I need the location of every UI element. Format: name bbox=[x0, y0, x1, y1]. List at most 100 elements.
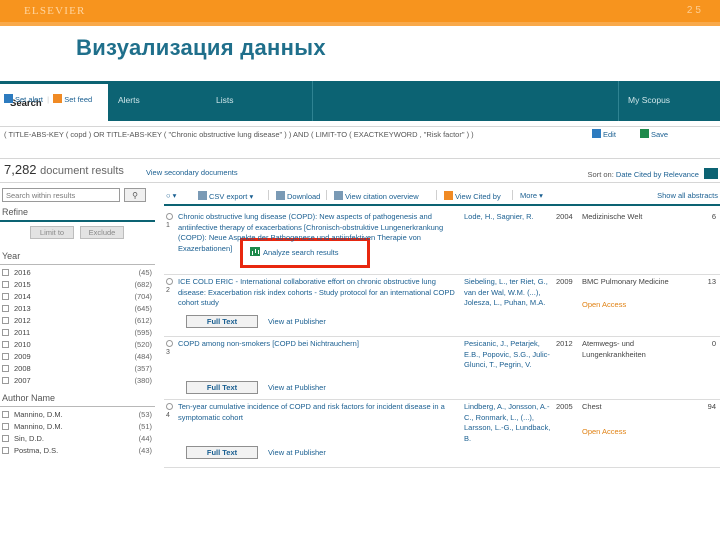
checkbox-icon[interactable] bbox=[2, 411, 9, 418]
checkbox-icon[interactable] bbox=[2, 447, 9, 454]
result-cited-by-count[interactable]: 6 bbox=[712, 212, 716, 221]
exclude-button[interactable]: Exclude bbox=[80, 226, 124, 239]
row-checkbox-icon[interactable] bbox=[166, 278, 173, 285]
facet-row-year-5[interactable]: 2011 (595) bbox=[2, 327, 155, 339]
facet-label: Mannino, D.M. bbox=[14, 410, 63, 419]
result-source: Medizinische Welt bbox=[582, 212, 643, 221]
row-checkbox-icon[interactable] bbox=[166, 403, 173, 410]
row-index: 1 bbox=[166, 222, 170, 229]
checkbox-icon[interactable] bbox=[2, 305, 9, 312]
facet-row-year-8[interactable]: 2008 (357) bbox=[2, 363, 155, 375]
checkbox-icon[interactable] bbox=[2, 269, 9, 276]
checkbox-icon[interactable] bbox=[2, 317, 9, 324]
checkbox-icon[interactable] bbox=[2, 281, 9, 288]
save-query-button[interactable]: Save bbox=[640, 129, 668, 139]
view-at-publisher-link[interactable]: View at Publisher bbox=[268, 383, 326, 392]
facet-count: (51) bbox=[138, 422, 152, 431]
checkbox-icon[interactable] bbox=[2, 423, 9, 430]
result-title[interactable]: COPD among non-smokers [COPD bei Nichtra… bbox=[178, 339, 458, 350]
result-authors[interactable]: Lode, H., Sagnier, R. bbox=[464, 212, 552, 223]
tab-lists[interactable]: Lists bbox=[216, 95, 233, 105]
facet-label: 2013 bbox=[14, 304, 31, 313]
tab-my-scopus[interactable]: My Scopus bbox=[628, 95, 670, 105]
result-cited-by-count[interactable]: 13 bbox=[708, 277, 716, 286]
facet-row-author-3[interactable]: Postma, D.S. (43) bbox=[2, 445, 155, 457]
result-source: BMC Pulmonary Medicine bbox=[582, 277, 669, 286]
result-title[interactable]: ICE COLD ERIC - International collaborat… bbox=[178, 277, 458, 309]
checkbox-icon[interactable] bbox=[2, 293, 9, 300]
full-text-button[interactable]: Full Text bbox=[186, 315, 258, 328]
facet-count: (595) bbox=[134, 328, 152, 337]
checkbox-icon[interactable] bbox=[2, 365, 9, 372]
csv-export-button[interactable]: CSV export ▾ bbox=[198, 191, 253, 201]
facet-row-year-0[interactable]: 2016 (45) bbox=[2, 267, 155, 279]
facet-label: 2016 bbox=[14, 268, 31, 277]
slide-page-number: 25 bbox=[686, 5, 704, 16]
table-row[interactable]: 3 COPD among non-smokers [COPD bei Nicht… bbox=[164, 337, 720, 400]
facet-row-author-2[interactable]: Sin, D.D. (44) bbox=[2, 433, 155, 445]
facet-row-year-4[interactable]: 2012 (612) bbox=[2, 315, 155, 327]
facet-row-author-1[interactable]: Mannino, D.M. (51) bbox=[2, 421, 155, 433]
search-within-input[interactable]: Search within results bbox=[2, 188, 120, 202]
facet-label: 2014 bbox=[14, 292, 31, 301]
checkbox-icon[interactable] bbox=[2, 329, 9, 336]
export-icon bbox=[198, 191, 207, 200]
toolbar-divider-1 bbox=[268, 190, 269, 200]
view-at-publisher-link[interactable]: View at Publisher bbox=[268, 448, 326, 457]
row-checkbox-icon[interactable] bbox=[166, 213, 173, 220]
result-cited-by-count[interactable]: 0 bbox=[712, 339, 716, 348]
sort-option-cited-by[interactable]: Cited by bbox=[634, 170, 662, 179]
checkbox-icon[interactable] bbox=[2, 377, 9, 384]
facet-row-year-1[interactable]: 2015 (682) bbox=[2, 279, 155, 291]
checkbox-icon[interactable] bbox=[2, 353, 9, 360]
facet-rule-year bbox=[0, 264, 155, 265]
toolbar-divider-4 bbox=[512, 190, 513, 200]
result-authors[interactable]: Pesicanic, J., Petarjek, E.B., Popovic, … bbox=[464, 339, 552, 371]
refine-rule bbox=[0, 220, 155, 222]
facet-row-author-0[interactable]: Mannino, D.M. (53) bbox=[2, 409, 155, 421]
view-citation-overview-button[interactable]: View citation overview bbox=[334, 191, 419, 201]
search-within-button[interactable]: ⚲ bbox=[124, 188, 146, 202]
full-text-button[interactable]: Full Text bbox=[186, 446, 258, 459]
scopus-screenshot: Search Alerts Lists My Scopus ( TITLE-AB… bbox=[0, 78, 720, 488]
row-checkbox-icon[interactable] bbox=[166, 340, 173, 347]
toolbar-divider-3 bbox=[436, 190, 437, 200]
result-authors[interactable]: Siebeling, L., ter Riet, G., van der Wal… bbox=[464, 277, 552, 309]
facet-row-year-3[interactable]: 2013 (645) bbox=[2, 303, 155, 315]
view-secondary-documents-link[interactable]: View secondary documents bbox=[146, 168, 238, 177]
sort-option-relevance[interactable]: Relevance bbox=[663, 170, 698, 179]
download-icon bbox=[276, 191, 285, 200]
set-alert-button[interactable]: Set alert bbox=[15, 95, 43, 104]
tab-alerts[interactable]: Alerts bbox=[118, 95, 140, 105]
limit-to-button[interactable]: Limit to bbox=[30, 226, 74, 239]
result-title[interactable]: Chronic obstructive lung disease (COPD):… bbox=[178, 212, 458, 254]
full-text-button[interactable]: Full Text bbox=[186, 381, 258, 394]
table-row[interactable]: 4 Ten-year cumulative incidence of COPD … bbox=[164, 400, 720, 468]
facet-row-year-2[interactable]: 2014 (704) bbox=[2, 291, 155, 303]
facet-count: (43) bbox=[138, 446, 152, 455]
result-authors[interactable]: Lindberg, A., Jonsson, A.-C., Ronmark, L… bbox=[464, 402, 552, 444]
facet-row-year-6[interactable]: 2010 (520) bbox=[2, 339, 155, 351]
table-row[interactable]: 1 Chronic obstructive lung disease (COPD… bbox=[164, 210, 720, 275]
sort-option-date[interactable]: Date bbox=[616, 170, 632, 179]
view-at-publisher-link[interactable]: View at Publisher bbox=[268, 317, 326, 326]
results-count-number: 7,282 bbox=[4, 162, 37, 177]
result-cited-by-count[interactable]: 94 bbox=[708, 402, 716, 411]
edit-query-button[interactable]: Edit bbox=[592, 129, 616, 139]
search-query-text[interactable]: ( TITLE-ABS-KEY ( copd ) OR TITLE-ABS-KE… bbox=[4, 130, 474, 139]
sort-toggle-icon[interactable] bbox=[704, 168, 718, 179]
facet-row-year-7[interactable]: 2009 (484) bbox=[2, 351, 155, 363]
more-label: More bbox=[520, 191, 538, 200]
facet-row-year-9[interactable]: 2007 (380) bbox=[2, 375, 155, 387]
checkbox-icon[interactable] bbox=[2, 435, 9, 442]
more-dropdown[interactable]: More ▾ bbox=[520, 191, 543, 200]
result-title[interactable]: Ten-year cumulative incidence of COPD an… bbox=[178, 402, 458, 423]
set-feed-button[interactable]: Set feed bbox=[64, 95, 92, 104]
table-row[interactable]: 2 ICE COLD ERIC - International collabor… bbox=[164, 275, 720, 337]
view-cited-by-button[interactable]: View Cited by bbox=[444, 191, 501, 201]
checkbox-icon[interactable] bbox=[2, 341, 9, 348]
download-label: Download bbox=[287, 192, 321, 201]
select-all-dropdown[interactable]: ○ ▾ bbox=[166, 191, 176, 200]
download-button[interactable]: Download bbox=[276, 191, 320, 201]
show-all-abstracts-link[interactable]: Show all abstracts bbox=[657, 191, 718, 200]
